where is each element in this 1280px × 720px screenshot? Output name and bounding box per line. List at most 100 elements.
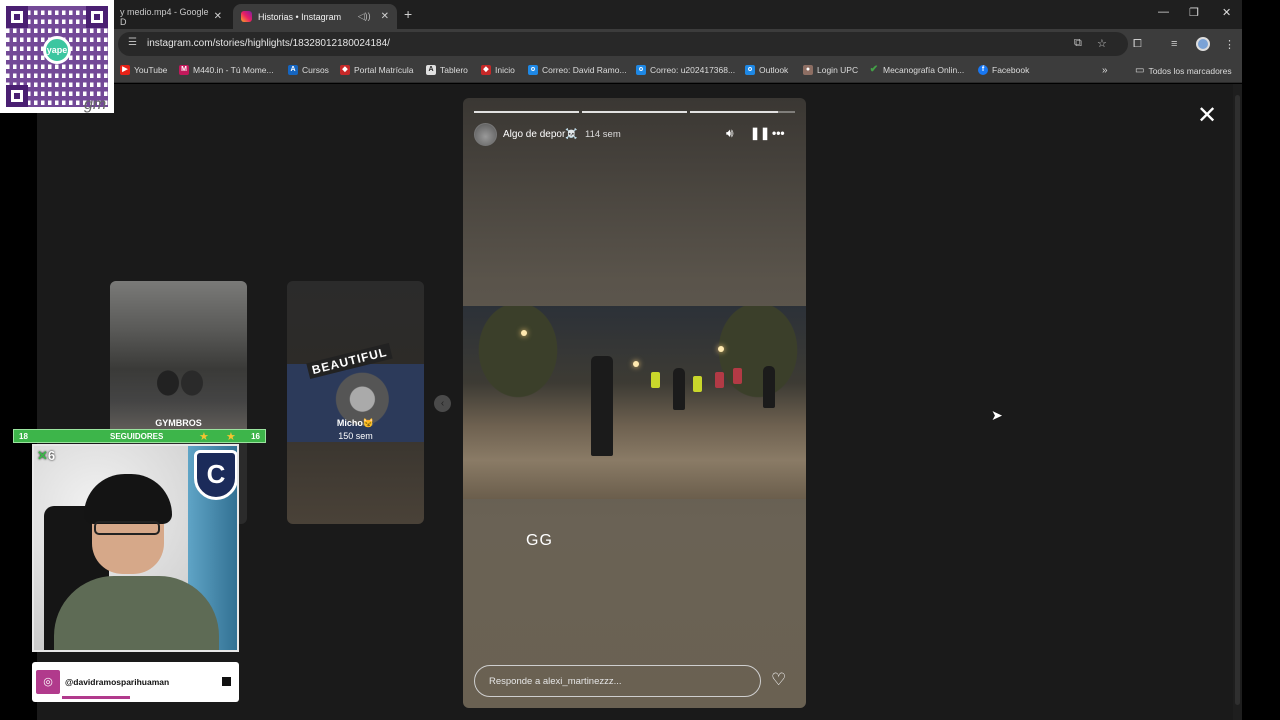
youtube-icon: ▶ <box>120 65 130 75</box>
cursos-icon: A <box>288 65 298 75</box>
menu-icon[interactable]: ⋮ <box>1224 38 1235 51</box>
bookmark-label: Correo: David Ramo... <box>542 65 627 75</box>
new-tab-icon[interactable]: + <box>404 6 412 22</box>
scrollbar-thumb[interactable] <box>1235 95 1240 705</box>
webcam-badge-number: 6 <box>47 448 56 463</box>
bookmark-tablero[interactable]: A Tablero <box>426 65 468 75</box>
tab-google-drive[interactable]: y medio.mp4 - Google D ✕ <box>112 4 230 29</box>
like-heart-icon[interactable]: ♡ <box>771 670 786 690</box>
person-vest <box>693 376 702 392</box>
mouse-cursor-icon: ➤ <box>991 407 1003 423</box>
person-figure <box>763 366 775 408</box>
bookmark-label: Login UPC <box>817 65 859 75</box>
bookmark-label: Correo: u202417368... <box>650 65 736 75</box>
minimize-icon[interactable]: — <box>1158 6 1169 18</box>
more-options-icon[interactable]: ••• <box>772 126 785 140</box>
facebook-icon: f <box>978 65 988 75</box>
bookmark-inicio[interactable]: ◆ Inicio <box>481 65 515 75</box>
qr-finder <box>6 85 28 107</box>
bookmark-label: Outlook <box>759 65 789 75</box>
profile-avatar[interactable] <box>1196 37 1210 51</box>
outlook-icon: o <box>745 65 755 75</box>
url-text: instagram.com/stories/highlights/1832801… <box>147 38 390 49</box>
lamp-light <box>718 346 724 352</box>
story-card-label: Micho😼 <box>336 418 375 428</box>
bookmark-label: Todos los marcadores <box>1148 65 1232 76</box>
qr-finder <box>86 6 108 28</box>
story-caption: GG <box>526 532 553 549</box>
all-bookmarks[interactable]: ▭ Todos los marcadores <box>1135 65 1232 76</box>
story-progress-remaining <box>778 111 795 113</box>
webcam-person-body <box>54 576 219 650</box>
close-icon[interactable]: ✕ <box>214 11 222 22</box>
extensions-icon[interactable]: ⧠ <box>1133 38 1142 51</box>
bookmark-label: YouTube <box>134 65 168 75</box>
bookmark-mecanografia[interactable]: ✔ Mecanografía Onlin... <box>869 65 964 76</box>
instagram-icon <box>241 11 252 22</box>
webcam-badge: ✕6 <box>37 448 55 464</box>
more-bookmarks-icon[interactable]: » <box>1102 65 1108 76</box>
bookmark-m440[interactable]: M M440.in - Tú Mome... <box>179 65 274 75</box>
story-card-label: GYMBROS <box>155 418 202 428</box>
story-progress-segment <box>474 111 579 113</box>
x-icon: ✕ <box>37 448 48 463</box>
instagram-icon: ◎ <box>36 670 60 694</box>
followers-goal-bar: 18 SEGUIDORES ★ ★ 16 <box>13 429 266 443</box>
story-card-micho[interactable]: BEAUTIFUL Micho😼 150 sem <box>287 281 424 524</box>
outlook-icon: o <box>636 65 646 75</box>
bookmark-youtube[interactable]: ▶ YouTube <box>120 65 167 75</box>
site-settings-icon[interactable]: ☰ <box>128 37 137 48</box>
club-shield-icon: C <box>194 450 237 500</box>
speaker-icon[interactable]: ◁)) <box>358 11 371 22</box>
story-avatar[interactable] <box>474 123 497 146</box>
story-username[interactable]: Algo de depor☠️ <box>503 129 578 140</box>
story-time: 114 sem <box>585 129 621 140</box>
tab-instagram[interactable]: Historias • Instagram ◁)) ✕ <box>233 4 397 29</box>
person-figure <box>673 368 685 410</box>
bookmark-label: Tablero <box>440 65 468 75</box>
m440-icon: M <box>179 65 189 75</box>
install-icon[interactable]: ⧉ <box>1074 37 1082 50</box>
active-story[interactable]: Algo de depor☠️ 114 sem 🔊︎ ❚❚ ••• GG Res… <box>463 98 806 708</box>
inicio-icon: ◆ <box>481 65 491 75</box>
bookmark-correo-1[interactable]: o Correo: David Ramo... <box>528 65 627 75</box>
bookmark-outlook[interactable]: o Outlook <box>745 65 788 75</box>
followers-current: 18 <box>19 432 28 441</box>
followers-goal: 16 <box>251 432 260 441</box>
browser-tabstrip: y medio.mp4 - Google D ✕ Historias • Ins… <box>0 0 1242 29</box>
screen: y medio.mp4 - Google D ✕ Historias • Ins… <box>0 0 1280 720</box>
story-reply-input[interactable]: Responde a alexi_martinezzz... <box>474 665 761 697</box>
bookmark-cursos[interactable]: A Cursos <box>288 65 329 75</box>
story-progress-segment <box>582 111 687 113</box>
browser-toolbar: ☰ instagram.com/stories/highlights/18328… <box>0 29 1242 59</box>
bookmark-label: Portal Matrícula <box>354 65 414 75</box>
bookmark-login-upc[interactable]: ● Login UPC <box>803 65 858 75</box>
tablero-icon: A <box>426 65 436 75</box>
address-bar[interactable]: ☰ instagram.com/stories/highlights/18328… <box>118 32 1128 56</box>
player-figure <box>591 356 613 456</box>
bookmark-label: Facebook <box>992 65 1030 75</box>
story-card-time: 150 sem <box>338 431 373 441</box>
qr-finder <box>6 6 28 28</box>
bookmark-portal[interactable]: ◆ Portal Matrícula <box>340 65 414 75</box>
pause-icon[interactable]: ❚❚ <box>750 126 770 140</box>
yape-logo: yape <box>43 36 71 64</box>
star-icon: ★ <box>199 431 209 443</box>
bookmark-label: Cursos <box>302 65 329 75</box>
bookmarks-bar: ▶ YouTube M M440.in - Tú Mome... A Cursos ◆… <box>0 59 1242 83</box>
bookmark-correo-2[interactable]: o Correo: u202417368... <box>636 65 735 75</box>
story-progress-segment <box>690 111 778 113</box>
lamp-light <box>633 361 639 367</box>
window-close-icon[interactable]: ✕ <box>1222 6 1231 19</box>
upc-icon: ● <box>803 65 813 75</box>
instagram-handle: @davidramosparihuaman <box>65 677 170 687</box>
volume-icon[interactable]: 🔊︎ <box>726 126 734 141</box>
close-stories-icon[interactable]: ✕ <box>1197 101 1217 130</box>
media-control-icon[interactable]: ≡ <box>1171 38 1177 50</box>
previous-story-icon[interactable]: ‹ <box>434 395 451 412</box>
bookmark-label: M440.in - Tú Mome... <box>193 65 274 75</box>
close-icon[interactable]: ✕ <box>381 11 389 22</box>
bookmark-star-icon[interactable]: ☆ <box>1097 37 1107 50</box>
restore-icon[interactable]: ❐ <box>1189 6 1199 19</box>
bookmark-facebook[interactable]: f Facebook <box>978 65 1029 75</box>
